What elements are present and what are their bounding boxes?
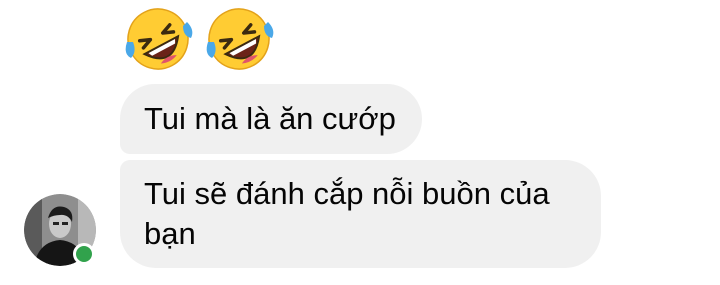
message-text: Tui sẽ đánh cắp nỗi buồn của bạn xyxy=(144,176,550,251)
rolling-on-floor-laughing-icon xyxy=(206,8,274,70)
emoji-message[interactable] xyxy=(121,2,276,76)
online-status-dot xyxy=(73,243,95,265)
rolling-on-floor-laughing-icon xyxy=(125,8,193,70)
message-bubble[interactable]: Tui mà là ăn cướp xyxy=(120,84,422,154)
message-text: Tui mà là ăn cướp xyxy=(144,101,396,136)
chat-thread: Tui mà là ăn cướp Tui sẽ đánh cắp nỗi bu… xyxy=(0,0,720,285)
message-bubble[interactable]: Tui sẽ đánh cắp nỗi buồn của bạn xyxy=(120,160,601,268)
sender-avatar[interactable] xyxy=(24,194,98,268)
